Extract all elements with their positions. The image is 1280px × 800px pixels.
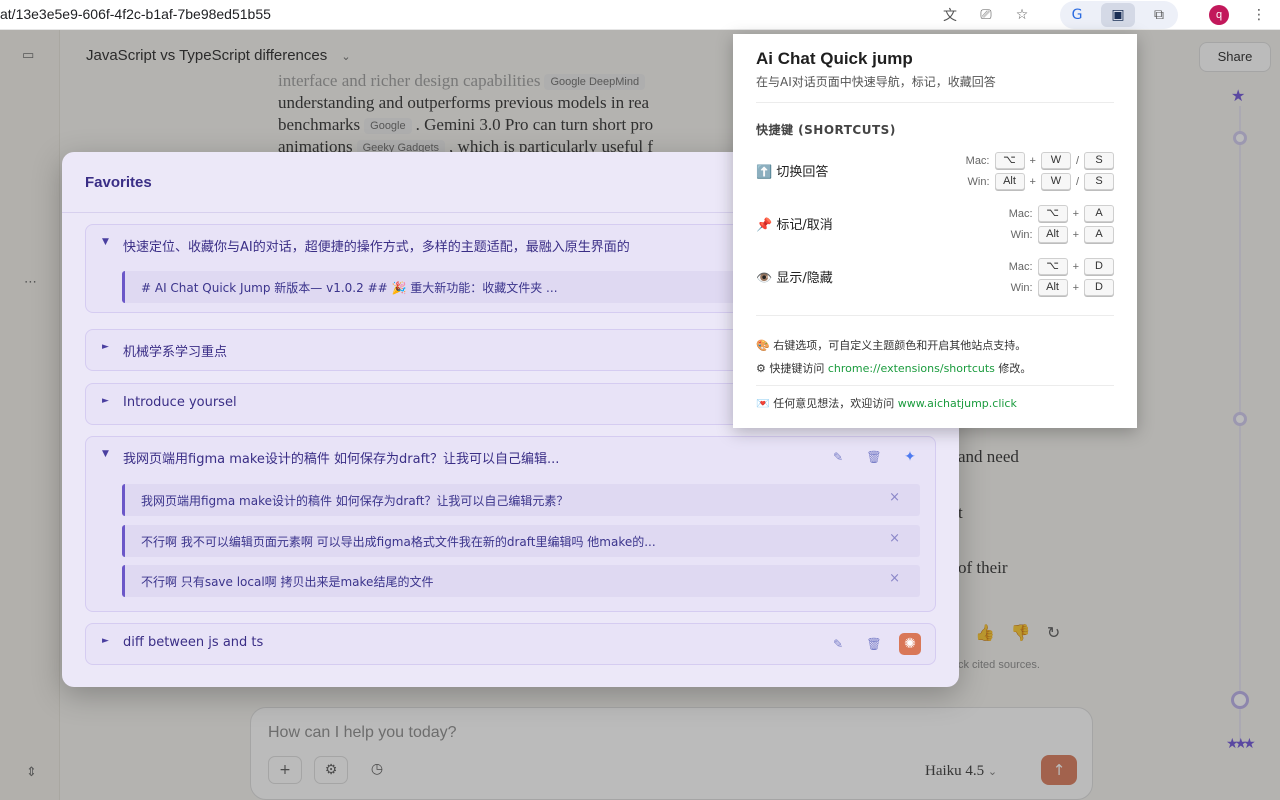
shortcut-name: 👁️ 显示/隐藏	[756, 267, 833, 286]
favorite-item[interactable]: 不行啊 我不可以编辑页面元素啊 可以导出成figma格式文件我在新的draft里…	[122, 525, 920, 557]
love-letter-icon: 💌	[756, 397, 770, 410]
key-cap: A	[1084, 205, 1114, 222]
extensions-puzzle-icon[interactable]: ⧉	[1147, 3, 1171, 27]
eye-icon: 👁️	[756, 271, 773, 286]
key-cap: W	[1040, 152, 1071, 169]
shortcut-win-row: Win: Alt + D	[1001, 279, 1114, 296]
group-actions: ✎ 🗑 ✦	[827, 446, 921, 468]
address-bar[interactable]: at/13e3e5e9-606f-4f2c-b1af-7be98ed51b55	[0, 6, 271, 22]
popup-subtitle: 在与AI对话页面中快速导航，标记，收藏回答	[756, 75, 996, 89]
divider	[756, 315, 1114, 316]
pin-icon: 📌	[756, 218, 773, 233]
website-link[interactable]: www.aichatjump.click	[898, 397, 1017, 410]
key-cap: W	[1040, 173, 1071, 190]
favorite-group-header[interactable]: ▼ 我网页端用figma make设计的稿件 如何保存为draft？让我可以自己…	[86, 437, 935, 477]
caret-down-icon[interactable]: ▼	[102, 237, 109, 247]
os-label: Mac:	[965, 154, 990, 167]
key-cap: D	[1084, 258, 1114, 275]
shortcut-label: 切换回答	[776, 165, 829, 180]
cast-icon[interactable]: ⎚	[974, 3, 998, 27]
favorite-item[interactable]: 不行啊 只有save local啊 拷贝出来是make结尾的文件 ×	[122, 565, 920, 597]
popup-note: 🎨 右键选项，可自定义主题颜色和开启其他站点支持。	[756, 337, 1026, 353]
shortcut-win-row: Win: Alt + W / S	[958, 173, 1114, 190]
favorite-group-label: diff between js and ts	[123, 635, 264, 650]
favorite-item-text: 不行啊 只有save local啊 拷贝出来是make结尾的文件	[141, 575, 434, 589]
favorite-group-header[interactable]: ► diff between js and ts ✎ 🗑 ✺	[86, 624, 935, 664]
note-text: 右键选项，可自定义主题颜色和开启其他站点支持。	[773, 339, 1027, 352]
browser-menu-icon[interactable]: ⋮	[1247, 3, 1271, 27]
palette-icon: 🎨	[756, 339, 770, 352]
key-cap: Alt	[1037, 226, 1068, 243]
trash-icon[interactable]: 🗑	[863, 446, 885, 468]
google-translate-extension-icon[interactable]: G	[1065, 3, 1089, 27]
favorite-group-label: 快速定位、收藏你与AI的对话，超便捷的操作方式，多样的主题适配，最融入原生界面的	[123, 240, 630, 255]
shortcut-name: ⬆️ 切换回答	[756, 161, 828, 180]
key-cap: S	[1084, 173, 1114, 190]
favorite-item[interactable]: 我网页端用figma make设计的稿件 如何保存为draft？让我可以自己编辑…	[122, 484, 920, 516]
favorite-group: ▼ 我网页端用figma make设计的稿件 如何保存为draft？让我可以自己…	[85, 436, 936, 612]
key-cap: ⌥	[1037, 258, 1068, 275]
shortcut-mac-row: Mac: ⌥ + A	[1001, 205, 1114, 222]
favorite-group: ► diff between js and ts ✎ 🗑 ✺	[85, 623, 936, 665]
remove-icon[interactable]: ×	[889, 490, 900, 505]
shortcut-mac-row: Mac: ⌥ + W / S	[958, 152, 1114, 169]
gemini-icon: ✦	[904, 449, 916, 465]
shortcut-win-row: Win: Alt + A	[1001, 226, 1114, 243]
edit-icon[interactable]: ✎	[827, 446, 849, 468]
os-label: Win:	[1010, 281, 1033, 294]
favorites-title: Favorites	[85, 174, 152, 191]
caret-down-icon[interactable]: ▼	[102, 449, 109, 459]
popup-title: Ai Chat Quick jump	[756, 49, 913, 68]
gear-icon: ⚙	[756, 362, 766, 375]
claude-icon: ✺	[899, 633, 921, 655]
key-cap: ⌥	[1037, 205, 1068, 222]
ai-chat-quick-jump-extension-icon[interactable]: ▣	[1106, 3, 1130, 27]
favorite-item-text: 我网页端用figma make设计的稿件 如何保存为draft？让我可以自己编辑…	[141, 494, 569, 508]
extension-popup: Ai Chat Quick jump 在与AI对话页面中快速导航，标记，收藏回答…	[733, 34, 1137, 428]
remove-icon[interactable]: ×	[889, 531, 900, 546]
shortcut-label: 显示/隐藏	[776, 271, 833, 286]
trash-icon[interactable]: 🗑	[863, 633, 885, 655]
note-text: 任何意见想法，欢迎访问	[773, 397, 898, 410]
bookmark-star-icon[interactable]: ☆	[1010, 3, 1034, 27]
remove-icon[interactable]: ×	[889, 571, 900, 586]
favorite-item-text: 不行啊 我不可以编辑页面元素啊 可以导出成figma格式文件我在新的draft里…	[141, 535, 656, 549]
favorite-group-label: Introduce yoursel	[123, 395, 237, 410]
shortcut-label: 标记/取消	[776, 218, 833, 233]
key-cap: D	[1084, 279, 1114, 296]
edit-icon[interactable]: ✎	[827, 633, 849, 655]
shortcuts-heading: 快捷键 (SHORTCUTS)	[756, 123, 896, 137]
key-cap: Alt	[994, 173, 1025, 190]
divider	[756, 102, 1114, 103]
shortcut-mac-row: Mac: ⌥ + D	[1001, 258, 1114, 275]
key-cap: S	[1084, 152, 1114, 169]
os-label: Win:	[967, 175, 990, 188]
popup-note: 💌 任何意见想法，欢迎访问 www.aichatjump.click	[756, 395, 1017, 411]
caret-right-icon[interactable]: ►	[102, 342, 109, 352]
caret-right-icon[interactable]: ►	[102, 636, 109, 646]
favorite-group-label: 机械学系学习重点	[123, 345, 228, 360]
popup-note: ⚙ 快捷键访问 chrome://extensions/shortcuts 修改…	[756, 360, 1031, 376]
translate-icon[interactable]: 文	[938, 3, 962, 27]
group-actions: ✎ 🗑 ✺	[827, 633, 921, 655]
note-text: 快捷键访问	[769, 362, 828, 375]
os-label: Win:	[1010, 228, 1033, 241]
shortcuts-link[interactable]: chrome://extensions/shortcuts	[828, 362, 995, 375]
caret-right-icon[interactable]: ►	[102, 396, 109, 406]
os-label: Mac:	[1008, 260, 1033, 273]
note-text: 修改。	[994, 362, 1032, 375]
key-cap: ⌥	[994, 152, 1025, 169]
browser-toolbar: at/13e3e5e9-606f-4f2c-b1af-7be98ed51b55 …	[0, 0, 1280, 30]
os-label: Mac:	[1008, 207, 1033, 220]
key-cap: A	[1084, 226, 1114, 243]
key-cap: Alt	[1037, 279, 1068, 296]
profile-avatar[interactable]: q	[1209, 5, 1229, 25]
favorite-group-label: 我网页端用figma make设计的稿件 如何保存为draft？让我可以自己编辑…	[123, 452, 560, 467]
up-arrow-icon: ⬆️	[756, 165, 773, 180]
divider	[756, 385, 1114, 386]
shortcut-name: 📌 标记/取消	[756, 214, 833, 233]
